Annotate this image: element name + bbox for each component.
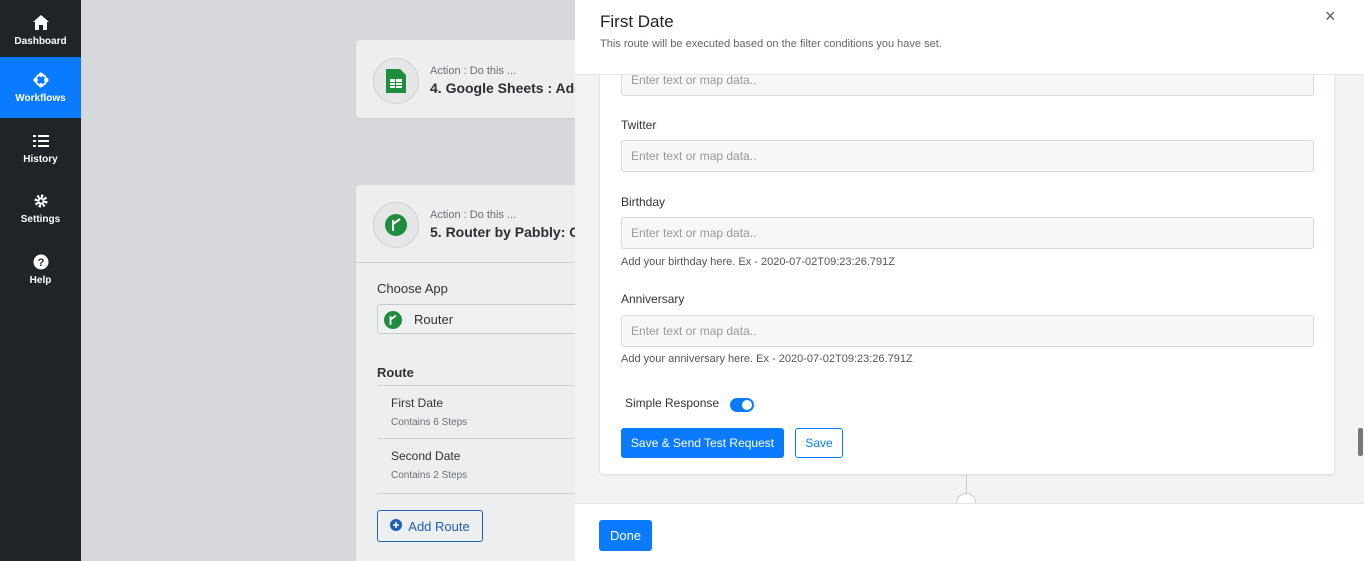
route-name: Second Date xyxy=(391,449,461,463)
add-route-label: Add Route xyxy=(408,518,470,534)
simple-response-label: Simple Response xyxy=(625,396,720,410)
save-button[interactable]: Save xyxy=(795,428,843,458)
plus-circle-icon xyxy=(390,518,403,534)
sidebar-item-label: Dashboard xyxy=(14,35,67,47)
toggle-knob xyxy=(742,400,752,410)
done-button[interactable]: Done xyxy=(599,520,652,551)
sidebar-item-label: Settings xyxy=(20,213,61,225)
sidebar-item-label: History xyxy=(23,153,58,165)
history-icon xyxy=(32,133,49,149)
sidebar-item-dashboard[interactable]: Dashboard xyxy=(0,0,81,61)
add-route-button[interactable]: Add Route xyxy=(377,510,483,542)
birthday-hint: Add your birthday here. Ex - 2020-07-02T… xyxy=(621,256,895,268)
twitter-label: Twitter xyxy=(621,118,657,132)
google-sheets-icon xyxy=(373,58,419,104)
help-icon: ? xyxy=(33,254,49,270)
scrollbar[interactable] xyxy=(1358,428,1363,456)
choose-app-label: Choose App xyxy=(377,281,448,296)
anniversary-hint: Add your anniversary here. Ex - 2020-07-… xyxy=(621,353,913,365)
gear-icon xyxy=(33,193,49,209)
panel-header: First Date This route will be executed b… xyxy=(575,0,1364,75)
panel-subtitle: This route will be executed based on the… xyxy=(600,38,942,50)
route-name: First Date xyxy=(391,396,444,410)
sidebar-item-settings[interactable]: Settings xyxy=(0,178,81,239)
route-label: Route xyxy=(377,365,414,380)
router-icon xyxy=(373,202,419,248)
route-panel: Twitter Birthday Add your birthday here.… xyxy=(575,0,1364,561)
sidebar-item-help[interactable]: ? Help xyxy=(0,239,81,300)
sidebar-item-label: Workflows xyxy=(15,92,66,104)
simple-response-toggle[interactable] xyxy=(730,398,754,412)
panel-footer: Done xyxy=(575,503,1364,561)
step-title: 4. Google Sheets : Add xyxy=(430,80,583,96)
workflow-icon xyxy=(32,71,49,88)
close-icon[interactable]: × xyxy=(1325,6,1336,27)
anniversary-input[interactable] xyxy=(621,315,1314,347)
sidebar-item-workflows[interactable]: Workflows xyxy=(0,57,81,118)
route-steps: Contains 6 Steps xyxy=(391,417,468,428)
app-select-value: Router xyxy=(414,312,454,327)
sidebar-item-label: Help xyxy=(29,274,52,286)
twitter-input[interactable] xyxy=(621,140,1314,172)
sidebar: Dashboard Workflows History Settings ? H… xyxy=(0,0,81,561)
sidebar-item-history[interactable]: History xyxy=(0,118,81,179)
step-action-label: Action : Do this ... xyxy=(430,209,517,221)
home-icon xyxy=(32,15,49,31)
route-steps: Contains 2 Steps xyxy=(391,470,468,481)
svg-text:?: ? xyxy=(37,257,44,269)
save-send-test-button[interactable]: Save & Send Test Request xyxy=(621,428,784,458)
step-action-label: Action : Do this ... xyxy=(430,65,517,77)
panel-title: First Date xyxy=(600,12,674,31)
birthday-label: Birthday xyxy=(621,195,666,209)
birthday-input[interactable] xyxy=(621,217,1314,249)
router-icon xyxy=(384,311,402,334)
step-title: 5. Router by Pabbly: C xyxy=(430,224,580,240)
anniversary-label: Anniversary xyxy=(621,292,685,306)
